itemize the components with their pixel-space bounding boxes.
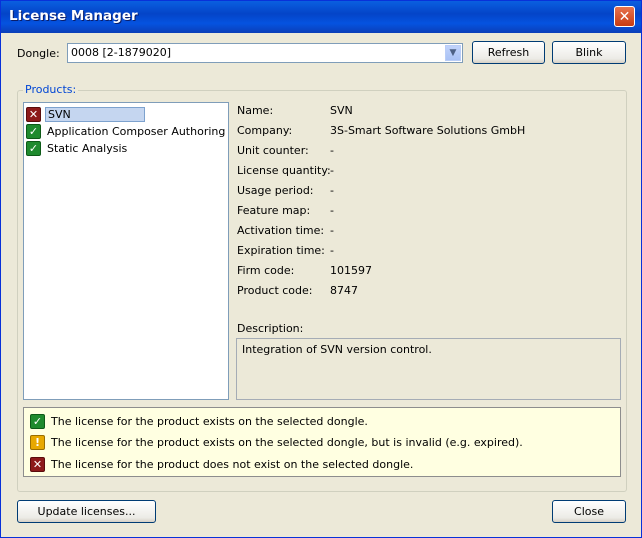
red-x-icon: ✕ bbox=[26, 106, 41, 122]
license-manager-window: License Manager ✕ Dongle: 0008 [2-187902… bbox=[0, 0, 642, 538]
activation-time-label: Activation time: bbox=[237, 224, 325, 237]
products-tree[interactable]: ✕ SVN ✓ Application Composer Authoring ✓… bbox=[23, 102, 229, 400]
product-code-label: Product code: bbox=[237, 284, 313, 297]
legend-invalid-text: The license for the product exists on th… bbox=[51, 436, 523, 449]
activation-time-value: - bbox=[330, 224, 334, 237]
update-licenses-label: Update licenses... bbox=[37, 505, 136, 518]
description-field[interactable]: Integration of SVN version control. bbox=[236, 338, 621, 400]
update-licenses-button[interactable]: Update licenses... bbox=[17, 500, 156, 523]
green-check-icon: ✓ bbox=[26, 140, 41, 156]
refresh-button-label: Refresh bbox=[487, 46, 530, 59]
legend-row-ok: ✓ The license for the product exists on … bbox=[30, 414, 368, 429]
legend-row-missing: ✕ The license for the product does not e… bbox=[30, 457, 413, 472]
firm-code-label: Firm code: bbox=[237, 264, 295, 277]
blink-button-label: Blink bbox=[575, 46, 603, 59]
license-quantity-value: - bbox=[330, 164, 334, 177]
license-quantity-label: License quantity: bbox=[237, 164, 331, 177]
unit-counter-value: - bbox=[330, 144, 334, 157]
tree-item-label: SVN bbox=[45, 106, 145, 122]
window-title: License Manager bbox=[9, 8, 138, 24]
usage-period-value: - bbox=[330, 184, 334, 197]
close-button[interactable]: Close bbox=[552, 500, 626, 523]
close-icon: ✕ bbox=[618, 8, 631, 25]
chevron-down-icon[interactable]: ▼ bbox=[445, 45, 461, 61]
product-code-value: 8747 bbox=[330, 284, 358, 297]
company-label: Company: bbox=[237, 124, 293, 137]
description-text: Integration of SVN version control. bbox=[242, 343, 432, 356]
green-check-icon: ✓ bbox=[30, 414, 45, 429]
warning-icon: ! bbox=[30, 435, 45, 450]
legend-ok-text: The license for the product exists on th… bbox=[51, 415, 368, 428]
green-check-icon: ✓ bbox=[26, 123, 41, 139]
tree-item-application-composer-authoring[interactable]: ✓ Application Composer Authoring bbox=[26, 123, 227, 139]
dongle-select[interactable]: 0008 [2-1879020] ▼ bbox=[67, 43, 463, 63]
feature-map-label: Feature map: bbox=[237, 204, 311, 217]
description-label: Description: bbox=[237, 322, 304, 335]
legend-missing-text: The license for the product does not exi… bbox=[51, 458, 414, 471]
status-legend: ✓ The license for the product exists on … bbox=[23, 407, 621, 477]
window-close-button[interactable]: ✕ bbox=[614, 6, 635, 27]
red-x-icon: ✕ bbox=[30, 457, 45, 472]
tree-item-label: Application Composer Authoring bbox=[47, 124, 226, 138]
usage-period-label: Usage period: bbox=[237, 184, 314, 197]
company-value: 3S-Smart Software Solutions GmbH bbox=[330, 124, 526, 137]
title-bar[interactable]: License Manager ✕ bbox=[1, 1, 641, 33]
refresh-button[interactable]: Refresh bbox=[472, 41, 545, 64]
close-button-label: Close bbox=[574, 505, 604, 518]
tree-item-static-analysis[interactable]: ✓ Static Analysis bbox=[26, 140, 129, 156]
firm-code-value: 101597 bbox=[330, 264, 372, 277]
feature-map-value: - bbox=[330, 204, 334, 217]
tree-item-label: Static Analysis bbox=[47, 141, 128, 155]
blink-button[interactable]: Blink bbox=[552, 41, 626, 64]
name-label: Name: bbox=[237, 104, 274, 117]
name-value: SVN bbox=[330, 104, 353, 117]
expiration-time-label: Expiration time: bbox=[237, 244, 325, 257]
legend-row-invalid: ! The license for the product exists on … bbox=[30, 435, 523, 450]
dongle-label: Dongle: bbox=[17, 47, 60, 60]
tree-item-svn[interactable]: ✕ SVN bbox=[26, 106, 145, 122]
dongle-selected-value: 0008 [2-1879020] bbox=[71, 46, 172, 59]
products-group-label: Products: bbox=[23, 83, 79, 96]
unit-counter-label: Unit counter: bbox=[237, 144, 309, 157]
expiration-time-value: - bbox=[330, 244, 334, 257]
